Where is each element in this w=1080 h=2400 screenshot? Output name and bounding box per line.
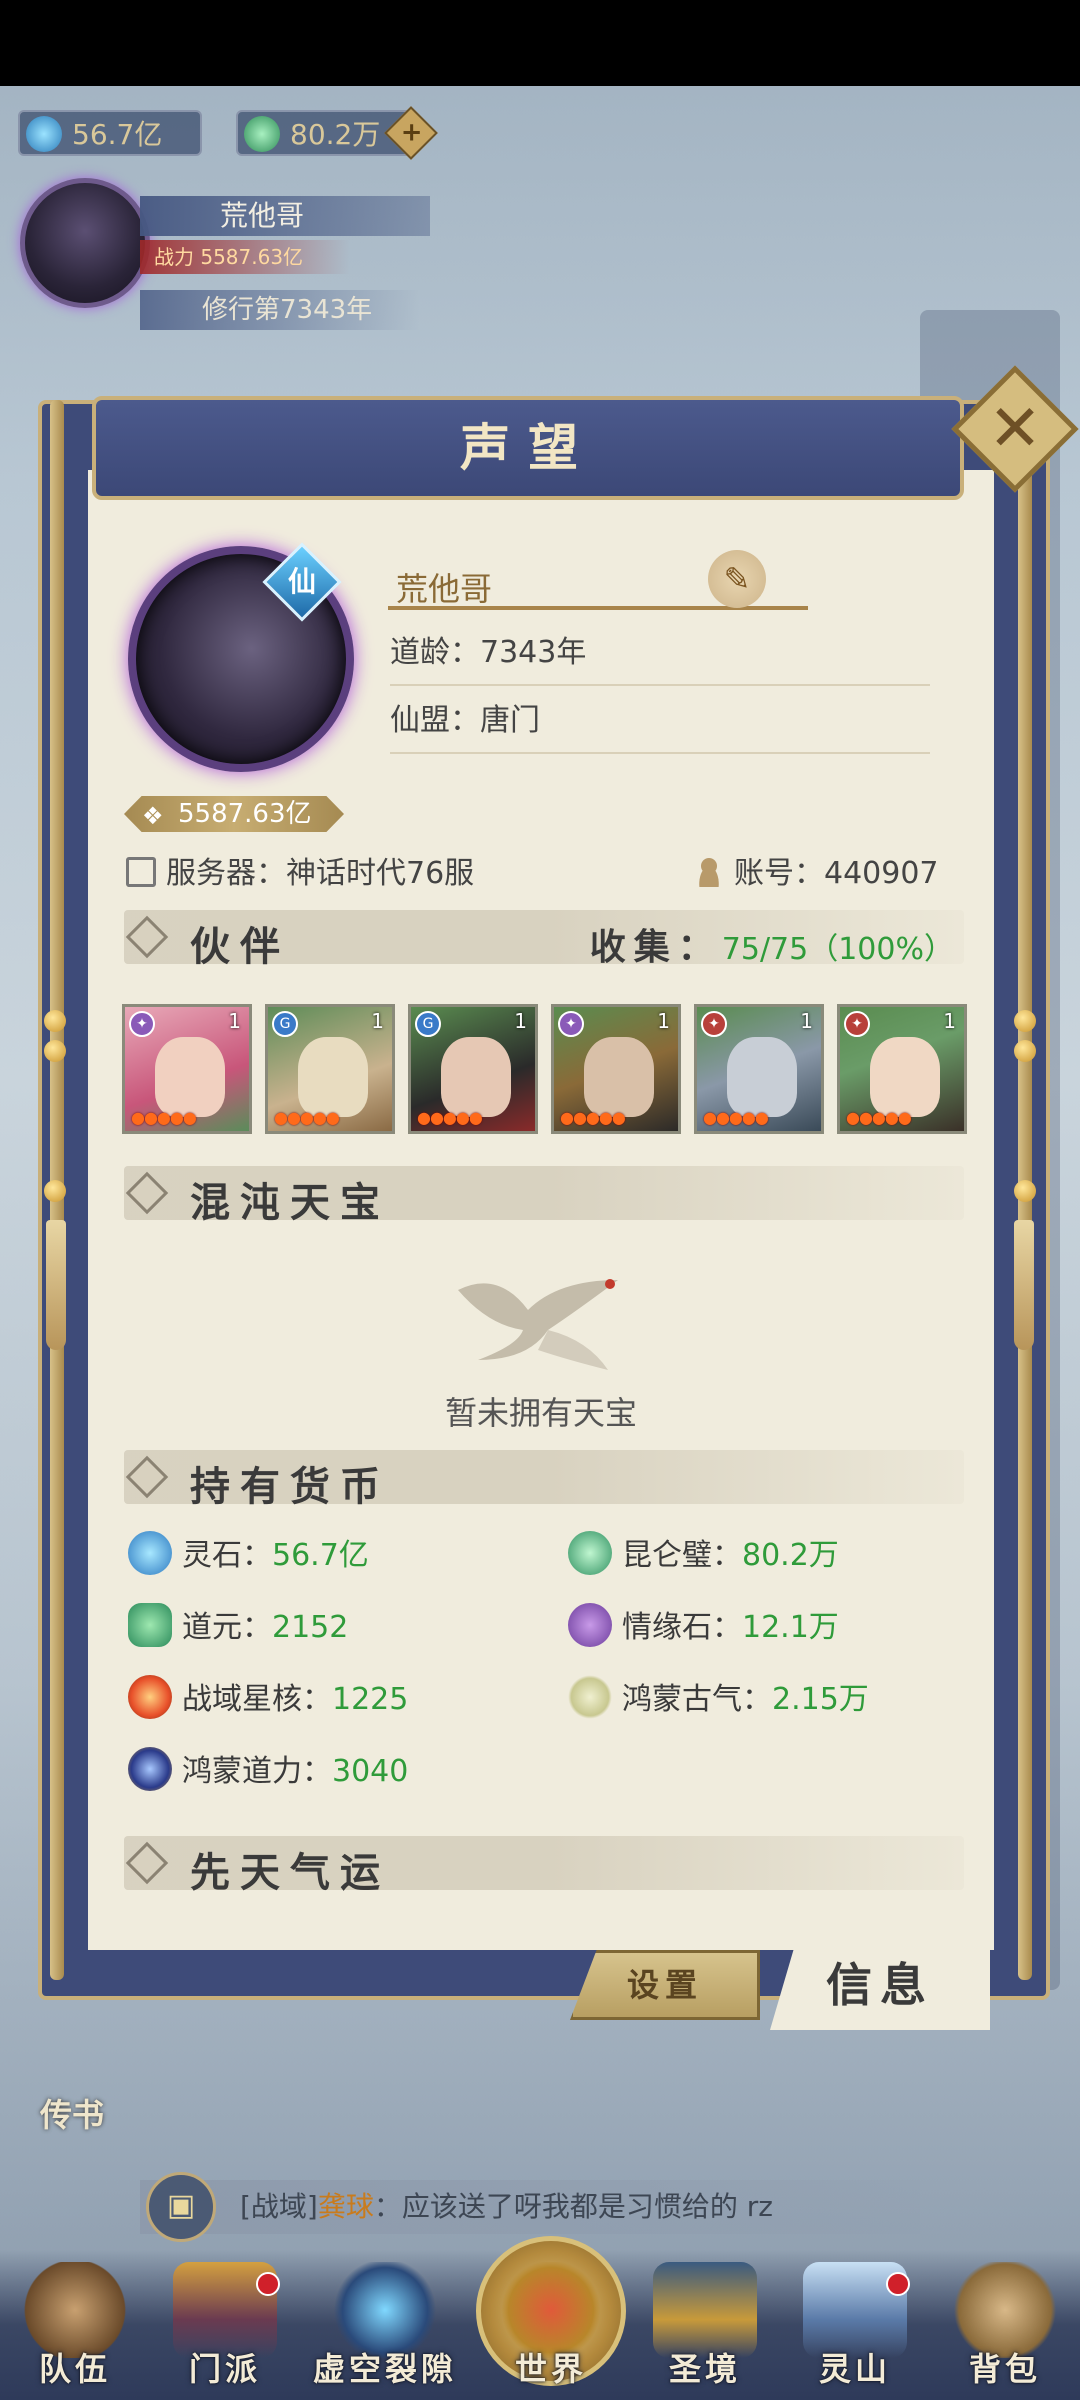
section-currencies: 持有货币 [124,1450,964,1510]
currency-dao-yuan: 道元：2152 [128,1602,348,1647]
partner-card[interactable]: G 1 ●●●●● [265,1004,395,1134]
partner-portrait [298,1037,368,1117]
diamond-icon [125,1455,169,1499]
profile-name: 荒他哥 [396,570,493,608]
bead-ornament [44,1180,66,1202]
currency-affinity-stone: 情缘石：12.1万 [568,1602,839,1647]
partner-portrait [584,1037,654,1117]
currency-spirit-stone: 灵石：56.7亿 [128,1530,369,1575]
currency-kunlun-jade: 昆仑璧：80.2万 [568,1530,839,1575]
partner-card[interactable]: ✦ 1 ●●●●● [551,1004,681,1134]
bead-ornament [1014,1040,1036,1062]
nav-bag[interactable]: 背包 [940,2262,1070,2400]
tab-info[interactable]: 信息 [770,1940,990,2030]
currency-hongmeng-qi: 鸿蒙古气：2.15万 [568,1674,869,1719]
no-treasure-text: 暂未拥有天宝 [444,1394,637,1432]
partner-portrait [727,1037,797,1117]
partner-card[interactable]: ✦ 1 ●●●●● [694,1004,824,1134]
element-icon: ✦ [844,1011,870,1037]
dao-age: 道龄：7343年 [390,620,930,686]
diamond-icon [125,915,169,959]
alliance: 仙盟：唐门 [390,688,930,754]
spirit-stone-icon [128,1531,172,1575]
star-rating: ●●●●● [417,1108,483,1127]
partner-card[interactable]: G 1 ●●●●● [408,1004,538,1134]
hongmeng-qi-icon [568,1675,612,1719]
wing-icon: ❖ [142,802,164,830]
hongmeng-power-icon [128,1747,172,1791]
partner-card[interactable]: ✦ 1 ●●●●● [837,1004,967,1134]
nav-sect[interactable]: 门派 [160,2262,290,2400]
dialog-paper: 仙 荒他哥 ✎ 道龄：7343年 仙盟：唐门 ❖ 5587.63亿 服务器：神话… [88,470,994,1950]
player-name: 荒他哥 [140,196,430,236]
section-innate-fortune: 先天气运 [124,1836,964,1896]
crane-icon [458,1279,618,1370]
partner-card[interactable]: ✦ 1 ●●●●● [122,1004,252,1134]
star-core-icon [128,1675,172,1719]
partner-portrait [155,1037,225,1117]
element-icon: ✦ [129,1011,155,1037]
bead-ornament [1014,1010,1036,1032]
jade-icon [244,116,280,152]
nav-team[interactable]: 队伍 [10,2262,140,2400]
cultivation-years: 修行第7343年 [140,290,420,330]
currency-hongmeng-power: 鸿蒙道力：3040 [128,1746,408,1791]
player-avatar[interactable] [20,178,150,308]
partner-portrait [870,1037,940,1117]
brush-icon[interactable]: ✎ [708,550,766,608]
element-icon: ✦ [701,1011,727,1037]
dao-yuan-icon [128,1603,172,1647]
star-rating: ●●●●● [274,1108,340,1127]
chat-bar[interactable]: [战域]龚球：应该送了呀我都是习惯给的 rz [140,2180,920,2234]
collection-progress: 收集：75/75（100%） [589,926,954,968]
section-treasure: 混沌天宝 [124,1166,964,1226]
person-icon [694,857,724,887]
account-info: 账号：440907 [694,848,939,892]
player-power: 战力 5587.63亿 [140,240,350,274]
diamond-icon [125,1171,169,1215]
bead-ornament [44,1040,66,1062]
spirit-stone-counter[interactable]: 56.7亿 [18,110,202,156]
tassel-ornament [46,1220,66,1350]
element-icon: G [272,1011,298,1037]
spirit-stone-icon [26,116,62,152]
nav-spirit-mountain[interactable]: 灵山 [790,2262,920,2400]
currency-star-core: 战域星核：1225 [128,1674,408,1719]
notification-dot [886,2272,910,2296]
nav-world[interactable]: 世界 [486,2262,616,2400]
nav-holy-realm[interactable]: 圣境 [640,2262,770,2400]
dialog-title: 声望 [92,396,964,500]
close-icon: ✕ [988,392,1042,466]
star-rating: ●●●●● [131,1108,197,1127]
element-icon: G [415,1011,441,1037]
server-info: 服务器：神话时代76服 [126,848,474,892]
profile-power-tag: ❖ 5587.63亿 [124,796,344,832]
bead-ornament [44,1010,66,1032]
chat-icon[interactable]: ▣ [146,2172,216,2242]
partner-portrait [441,1037,511,1117]
tab-settings[interactable]: 设置 [570,1950,760,2020]
status-bar [0,0,1080,86]
scroll-icon [126,857,156,887]
element-icon: ✦ [558,1011,584,1037]
star-rating: ●●●●● [703,1108,769,1127]
partner-card-list: ✦ 1 ●●●●● G 1 ●●●●● G 1 ●●●●● ✦ 1 ●●●●● … [122,1004,967,1134]
mail-button[interactable]: 传书 [40,2090,104,2136]
bead-ornament [1014,1180,1036,1202]
affinity-stone-icon [568,1603,612,1647]
notification-dot [256,2272,280,2296]
section-partners: 伙伴 收集：75/75（100%） [124,910,964,970]
nav-void-rift[interactable]: 虚空裂隙 [300,2262,470,2400]
tassel-ornament [1014,1220,1034,1350]
diamond-icon [125,1841,169,1885]
jade-icon [568,1531,612,1575]
star-rating: ●●●●● [560,1108,626,1127]
star-rating: ●●●●● [846,1108,912,1127]
